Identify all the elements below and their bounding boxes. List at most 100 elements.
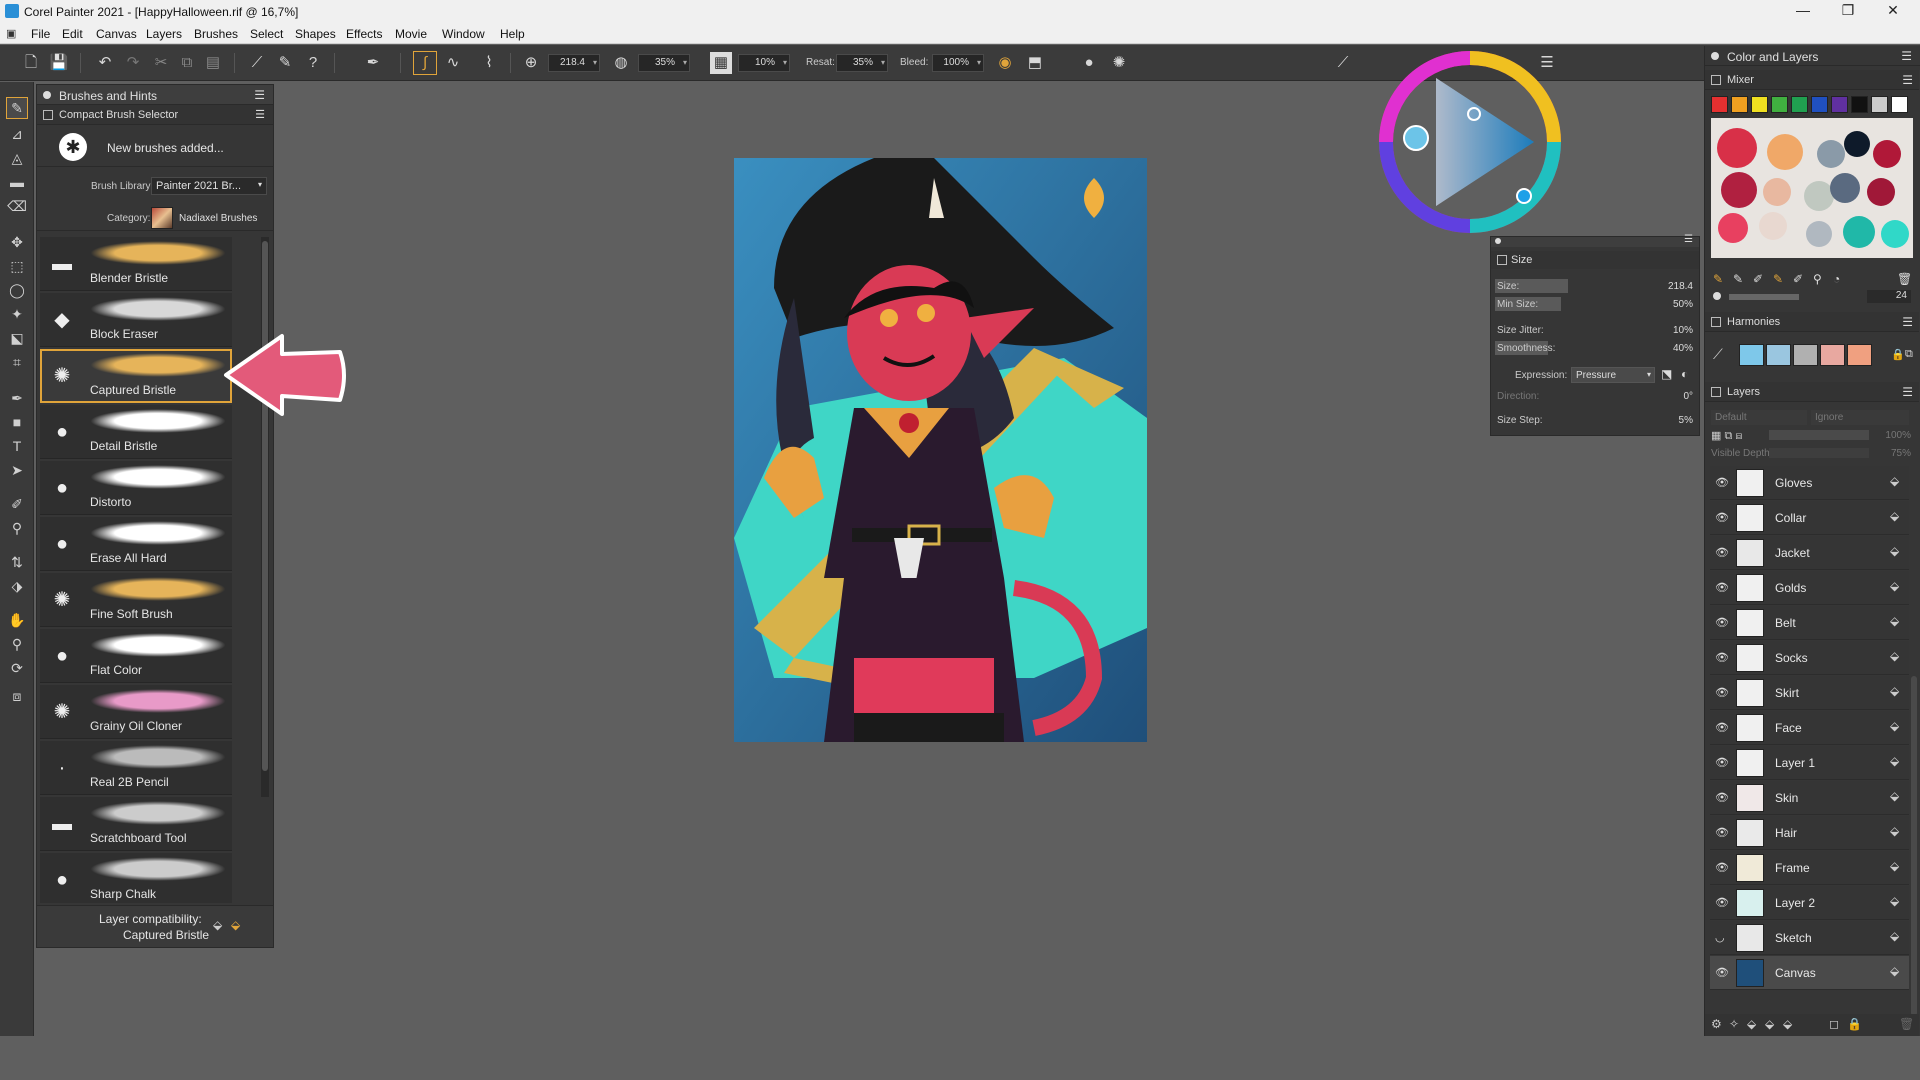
brush-library-select[interactable]: Painter 2021 Br... ▾ xyxy=(151,177,267,195)
visible-depth-slider[interactable] xyxy=(1769,448,1869,458)
eye-icon[interactable]: 👁 xyxy=(1715,756,1729,769)
invert-expression-icon[interactable]: ◐ xyxy=(1681,367,1688,381)
lasso-icon[interactable]: ◯ xyxy=(7,280,27,300)
eye-icon[interactable]: 👁 xyxy=(1715,896,1729,909)
mixer-swatch[interactable] xyxy=(1791,96,1808,113)
menu-window[interactable]: Window xyxy=(442,27,485,41)
size-icon[interactable]: ⊕ xyxy=(520,52,542,74)
panel-menu-icon[interactable]: ☰ xyxy=(1902,385,1913,399)
size-step-slider[interactable]: Size Step: 5% xyxy=(1495,413,1697,429)
bleed-field[interactable]: 100% ▾ xyxy=(932,54,984,72)
size-field[interactable]: 218.4 ▾ xyxy=(548,54,600,72)
gradient-tool-icon[interactable]: ▬ xyxy=(7,172,27,192)
pan-icon[interactable]: ◔ xyxy=(1833,272,1840,286)
new-layer-icon[interactable]: ⬙ xyxy=(1747,1017,1756,1031)
brush-list-scrollbar[interactable] xyxy=(261,237,269,797)
brush-item[interactable]: ✺ Fine Soft Brush xyxy=(40,573,232,627)
hue-handle[interactable] xyxy=(1516,188,1532,204)
current-color-swatch[interactable] xyxy=(1403,125,1429,151)
rect-select-icon[interactable]: ⬚ xyxy=(7,256,27,276)
brush-item[interactable]: ● Sharp Chalk xyxy=(40,853,232,903)
menu-layers[interactable]: Layers xyxy=(146,27,182,41)
layer-mask-icon[interactable]: ◻ xyxy=(1829,1017,1839,1031)
opacity-icon[interactable]: ◍ xyxy=(610,52,632,74)
panel-menu-icon[interactable]: ☰ xyxy=(255,108,265,121)
brush-item[interactable]: ● Erase All Hard xyxy=(40,517,232,571)
mixer-swatch[interactable] xyxy=(1891,96,1908,113)
brush-item[interactable]: ● Distorto xyxy=(40,461,232,515)
size-slider[interactable]: Size: 218.4 xyxy=(1495,279,1697,295)
layer-row[interactable]: 👁 Skin ⬙ xyxy=(1710,781,1909,815)
brush-tracking-icon[interactable]: ⟋ xyxy=(246,52,268,74)
menu-brushes[interactable]: Brushes xyxy=(194,27,238,41)
copy-icon[interactable]: ⧉ xyxy=(176,52,198,74)
mix-color-icon[interactable]: ✐ xyxy=(1753,272,1763,286)
close-box-icon[interactable] xyxy=(1497,255,1507,265)
straight-line-icon[interactable]: ∿ xyxy=(442,52,464,74)
cloner-icon[interactable]: ✐ xyxy=(7,494,27,514)
redo-icon[interactable]: ↷ xyxy=(122,52,144,74)
new-watercolor-layer-icon[interactable]: ⬙ xyxy=(1765,1017,1774,1031)
stroke-smoothing-icon[interactable]: ⌇ xyxy=(478,52,500,74)
layer-mode-icons[interactable]: ▦ ⧉ ⧈ xyxy=(1711,429,1742,443)
brush-item[interactable]: ● Flat Color xyxy=(40,629,232,683)
close-button[interactable]: ✕ xyxy=(1873,2,1913,22)
eraser-tool-icon[interactable]: ⌫ xyxy=(7,196,27,216)
brush-settings-icon[interactable]: ✎ xyxy=(274,52,296,74)
zoom-icon[interactable]: ⚲ xyxy=(1813,272,1822,286)
grain-icon[interactable]: ▦ xyxy=(710,52,732,74)
group-layers-icon[interactable]: ⬙ xyxy=(1783,1017,1792,1031)
harmony-swatch[interactable] xyxy=(1793,344,1818,366)
mixer-swatch[interactable] xyxy=(1811,96,1828,113)
size-jitter-slider[interactable]: Size Jitter: 10% xyxy=(1495,323,1697,339)
layer-row[interactable]: 👁 Face ⬙ xyxy=(1710,711,1909,745)
eye-icon[interactable]: 👁 xyxy=(1715,826,1729,839)
layer-adjuster-icon[interactable]: ✥ xyxy=(7,232,27,252)
min-size-slider[interactable]: Min Size: 50% xyxy=(1495,297,1697,313)
eye-icon[interactable]: 👁 xyxy=(1715,546,1729,559)
scrollbar-thumb[interactable] xyxy=(262,241,268,771)
rubber-stamp-icon[interactable]: ⚲ xyxy=(7,518,27,538)
layer-row[interactable]: 👁 Hair ⬙ xyxy=(1710,816,1909,850)
delete-layer-icon[interactable]: 🗑 xyxy=(1899,1017,1914,1031)
mixer-swatch[interactable] xyxy=(1731,96,1748,113)
layer-row[interactable]: 👁 Golds ⬙ xyxy=(1710,571,1909,605)
menu-select[interactable]: Select xyxy=(250,27,283,41)
brush-item[interactable]: ✺ Grainy Oil Cloner xyxy=(40,685,232,739)
trash-icon[interactable]: 🗑 xyxy=(1897,272,1912,286)
mixer-swatch[interactable] xyxy=(1871,96,1888,113)
eye-icon[interactable]: 👁 xyxy=(1715,476,1729,489)
eye-icon[interactable]: 👁 xyxy=(1715,861,1729,874)
mixer-swatch[interactable] xyxy=(1751,96,1768,113)
apply-color-icon[interactable]: ✎ xyxy=(1733,272,1743,286)
menu-movie[interactable]: Movie xyxy=(395,27,427,41)
shape-tool-icon[interactable]: ■ xyxy=(7,412,27,432)
dynamic-plugins-icon[interactable]: ✧ xyxy=(1729,1017,1739,1031)
opacity-field[interactable]: 35% ▾ xyxy=(638,54,690,72)
sample-color-icon[interactable]: ✎ xyxy=(1773,272,1783,286)
menu-canvas[interactable]: Canvas xyxy=(96,27,137,41)
dirty-brush-icon[interactable]: ✎ xyxy=(1713,272,1723,286)
harmony-swatch[interactable] xyxy=(1739,344,1764,366)
layer-row[interactable]: 👁 Jacket ⬙ xyxy=(1710,536,1909,570)
harmony-brush-icon[interactable]: ⟋ xyxy=(1713,346,1723,363)
rotate-page-icon[interactable]: ⟳ xyxy=(7,658,27,678)
mirror-icon[interactable]: ⇅ xyxy=(7,552,27,572)
app-menu-icon[interactable]: ▣ xyxy=(6,27,16,40)
expression-settings-icon[interactable]: ⬔ xyxy=(1661,367,1672,381)
resat-field[interactable]: 35% ▾ xyxy=(836,54,888,72)
perspective-icon[interactable]: ⬗ xyxy=(7,576,27,596)
harmony-swatch[interactable] xyxy=(1766,344,1791,366)
crop-icon[interactable]: ⌗ xyxy=(7,352,27,372)
layer-row[interactable]: 👁 Layer 1 ⬙ xyxy=(1710,746,1909,780)
panel-menu-icon[interactable]: ☰ xyxy=(1684,234,1693,245)
eye-icon[interactable]: 👁 xyxy=(1715,511,1729,524)
expression-select[interactable]: Pressure ▾ xyxy=(1571,367,1655,383)
magic-wand-icon[interactable]: ✦ xyxy=(7,304,27,324)
mixer-size-value[interactable]: 24 xyxy=(1867,290,1911,303)
harmony-swatch[interactable] xyxy=(1820,344,1845,366)
layer-row[interactable]: 👁 Collar ⬙ xyxy=(1710,501,1909,535)
freehand-stroke-icon[interactable]: ∫ xyxy=(413,51,437,75)
eye-icon[interactable]: 👁 xyxy=(1715,616,1729,629)
layer-row[interactable]: 👁 Frame ⬙ xyxy=(1710,851,1909,885)
